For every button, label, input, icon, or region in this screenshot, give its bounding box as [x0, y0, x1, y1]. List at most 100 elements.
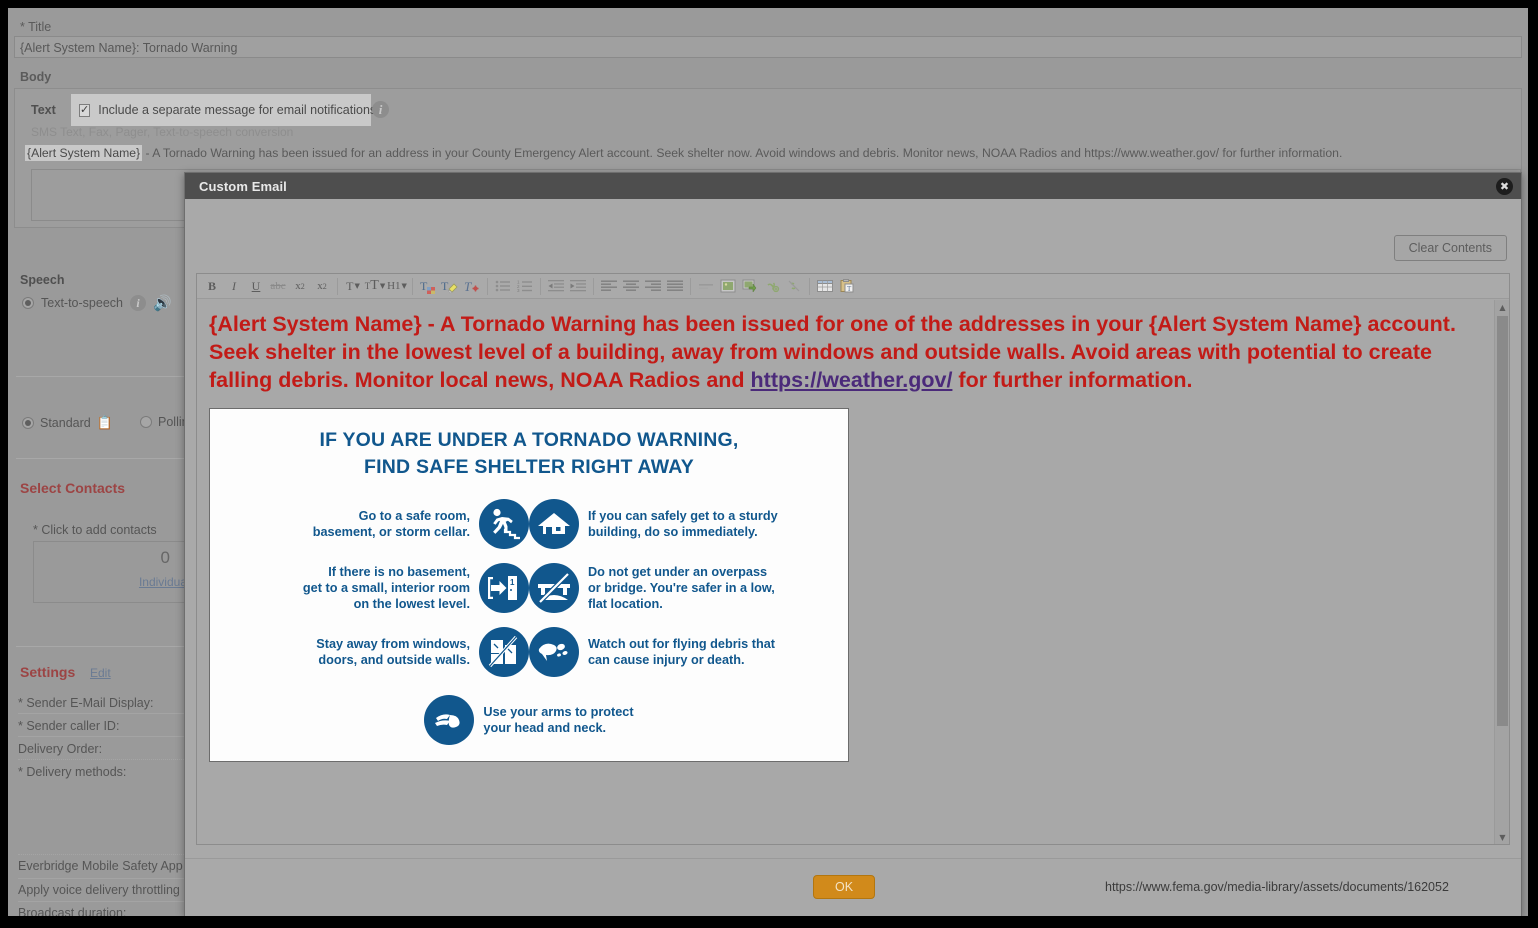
- select-contacts-header: Select Contacts: [20, 480, 126, 496]
- numbered-list-button[interactable]: 123: [514, 276, 536, 297]
- setting-row-voice-throttling: Apply voice delivery throttling: [18, 878, 194, 897]
- editor-content-area[interactable]: {Alert System Name} - A Tornado Warning …: [197, 300, 1509, 844]
- alert-paragraph-post-link: for further information.: [952, 368, 1193, 392]
- ok-button[interactable]: OK: [813, 875, 875, 899]
- svg-text:T: T: [847, 285, 852, 293]
- toolbar-separator: [690, 277, 691, 295]
- insert-link-button[interactable]: [761, 276, 783, 297]
- horizontal-rule-button[interactable]: [695, 276, 717, 297]
- dialog-footer: OK https://www.fema.gov/media-library/as…: [185, 858, 1521, 916]
- scroll-down-arrow-icon[interactable]: ▼: [1495, 830, 1510, 844]
- setting-row-mobile-safety-app: Everbridge Mobile Safety App: [18, 854, 194, 873]
- click-to-add-contacts-label: * Click to add contacts: [33, 523, 157, 537]
- dialog-title: Custom Email: [199, 178, 287, 194]
- align-right-button[interactable]: [642, 276, 664, 297]
- insert-media-button[interactable]: [739, 276, 761, 297]
- unlink-button[interactable]: [783, 276, 805, 297]
- infographic-item: If there is no basement, get to a small,…: [224, 563, 529, 613]
- include-separate-email-checkbox-row[interactable]: ✓ Include a separate message for email n…: [71, 94, 376, 126]
- clear-contents-button[interactable]: Clear Contents: [1393, 235, 1507, 261]
- infographic-grid: Go to a safe room, basement, or storm ce…: [224, 499, 834, 691]
- increase-indent-button[interactable]: [567, 276, 589, 297]
- align-justify-button[interactable]: [664, 276, 686, 297]
- checkbox-checked-icon[interactable]: ✓: [79, 103, 91, 117]
- no-windows-doors-icon: [479, 627, 529, 677]
- speech-section-label: Speech: [20, 273, 65, 287]
- radio-polling[interactable]: [140, 416, 152, 428]
- font-family-dropdown[interactable]: T T ▼: [364, 276, 386, 297]
- svg-text:1: 1: [510, 578, 515, 587]
- underline-button[interactable]: U: [245, 276, 267, 297]
- insert-table-button[interactable]: [814, 276, 836, 297]
- infographic-item-text: Stay away from windows, doors, and outsi…: [316, 637, 470, 667]
- infographic-title: IF YOU ARE UNDER A TORNADO WARNING, FIND…: [224, 427, 834, 481]
- interior-room-door-arrow-icon: 1: [479, 563, 529, 613]
- infographic-title-line1: IF YOU ARE UNDER A TORNADO WARNING,: [319, 429, 739, 451]
- tornado-safety-infographic: IF YOU ARE UNDER A TORNADO WARNING, FIND…: [209, 408, 849, 762]
- close-icon[interactable]: ✖: [1496, 177, 1513, 195]
- infographic-last-item: Use your arms to protect your head and n…: [224, 695, 834, 745]
- weather-gov-link[interactable]: https://weather.gov/: [751, 368, 953, 392]
- infographic-item: If you can safely get to a sturdy buildi…: [529, 499, 834, 549]
- align-center-button[interactable]: [620, 276, 642, 297]
- font-size-dropdown[interactable]: T ▼: [342, 276, 364, 297]
- infographic-item: Watch out for flying debris that can cau…: [529, 627, 834, 677]
- contacts-count-box[interactable]: 0 Individua: [33, 541, 193, 603]
- status-bar-url: https://www.fema.gov/media-library/asset…: [1105, 880, 1449, 894]
- svg-text:T: T: [464, 279, 472, 294]
- heading-dropdown[interactable]: H1 ▼: [386, 276, 408, 297]
- infographic-item: Go to a safe room, basement, or storm ce…: [224, 499, 529, 549]
- infographic-item-text: Watch out for flying debris that can cau…: [588, 637, 776, 667]
- superscript-button[interactable]: x2: [311, 276, 333, 297]
- editor-scrollbar[interactable]: ▲ ▼: [1494, 300, 1509, 844]
- infographic-item-text: If you can safely get to a sturdy buildi…: [588, 509, 778, 539]
- settings-header: Settings: [20, 664, 76, 680]
- remove-format-button[interactable]: T: [461, 276, 483, 297]
- standard-radio-row[interactable]: Standard 📋: [22, 415, 113, 431]
- text-to-speech-row[interactable]: Text-to-speech i 🔊: [22, 295, 172, 311]
- setting-row-sender-caller-id: * Sender caller ID:: [18, 719, 194, 737]
- highlight-color-button[interactable]: T: [439, 276, 461, 297]
- standard-label: Standard: [40, 416, 91, 430]
- dialog-titlebar: Custom Email ✖: [185, 173, 1521, 199]
- custom-email-dialog: Custom Email ✖ Clear Contents B I U abc …: [184, 172, 1522, 916]
- paste-as-text-button[interactable]: T: [836, 276, 858, 297]
- setting-row-sender-email: * Sender E-Mail Display:: [18, 696, 194, 714]
- radio-standard[interactable]: [22, 417, 34, 429]
- infographic-item-text: Do not get under an overpass or bridge. …: [588, 565, 775, 611]
- decrease-indent-button[interactable]: [545, 276, 567, 297]
- contacts-count: 0: [160, 548, 170, 567]
- subscript-button[interactable]: x2: [289, 276, 311, 297]
- radio-text-to-speech[interactable]: [22, 297, 34, 309]
- setting-row-delivery-methods: * Delivery methods:: [18, 765, 127, 779]
- title-input[interactable]: {Alert System Name}: Tornado Warning: [14, 36, 1522, 58]
- window-frame-right: [1528, 0, 1538, 928]
- bold-button[interactable]: B: [201, 276, 223, 297]
- screen-root: * Title {Alert System Name}: Tornado War…: [0, 0, 1538, 928]
- strikethrough-button[interactable]: abc: [267, 276, 289, 297]
- insert-image-button[interactable]: [717, 276, 739, 297]
- individuals-link[interactable]: Individua: [139, 575, 187, 589]
- alert-system-name-token: {Alert System Name}: [25, 145, 143, 161]
- text-label: Text: [31, 103, 56, 117]
- settings-edit-link[interactable]: Edit: [90, 666, 111, 680]
- infographic-item: Stay away from windows, doors, and outsi…: [224, 627, 529, 677]
- infographic-item-text: Go to a safe room, basement, or storm ce…: [312, 509, 470, 539]
- infographic-title-line2: FIND SAFE SHELTER RIGHT AWAY: [364, 456, 694, 478]
- running-person-stairs-icon: [479, 499, 529, 549]
- divider: [16, 376, 192, 377]
- italic-button[interactable]: I: [223, 276, 245, 297]
- speaker-icon[interactable]: 🔊: [153, 296, 172, 311]
- bullet-list-button[interactable]: [492, 276, 514, 297]
- info-icon[interactable]: i: [372, 101, 389, 118]
- infographic-item: Do not get under an overpass or bridge. …: [529, 563, 834, 613]
- infographic-item-text: Use your arms to protect your head and n…: [483, 705, 634, 735]
- title-field-label: * Title: [20, 20, 52, 34]
- align-left-button[interactable]: [598, 276, 620, 297]
- body-section-label: Body: [20, 70, 52, 84]
- scrollbar-thumb[interactable]: [1497, 316, 1508, 726]
- scroll-up-arrow-icon[interactable]: ▲: [1495, 300, 1510, 314]
- info-icon[interactable]: i: [129, 295, 146, 311]
- text-color-button[interactable]: T: [417, 276, 439, 297]
- infographic-item-text: If there is no basement, get to a small,…: [302, 565, 470, 611]
